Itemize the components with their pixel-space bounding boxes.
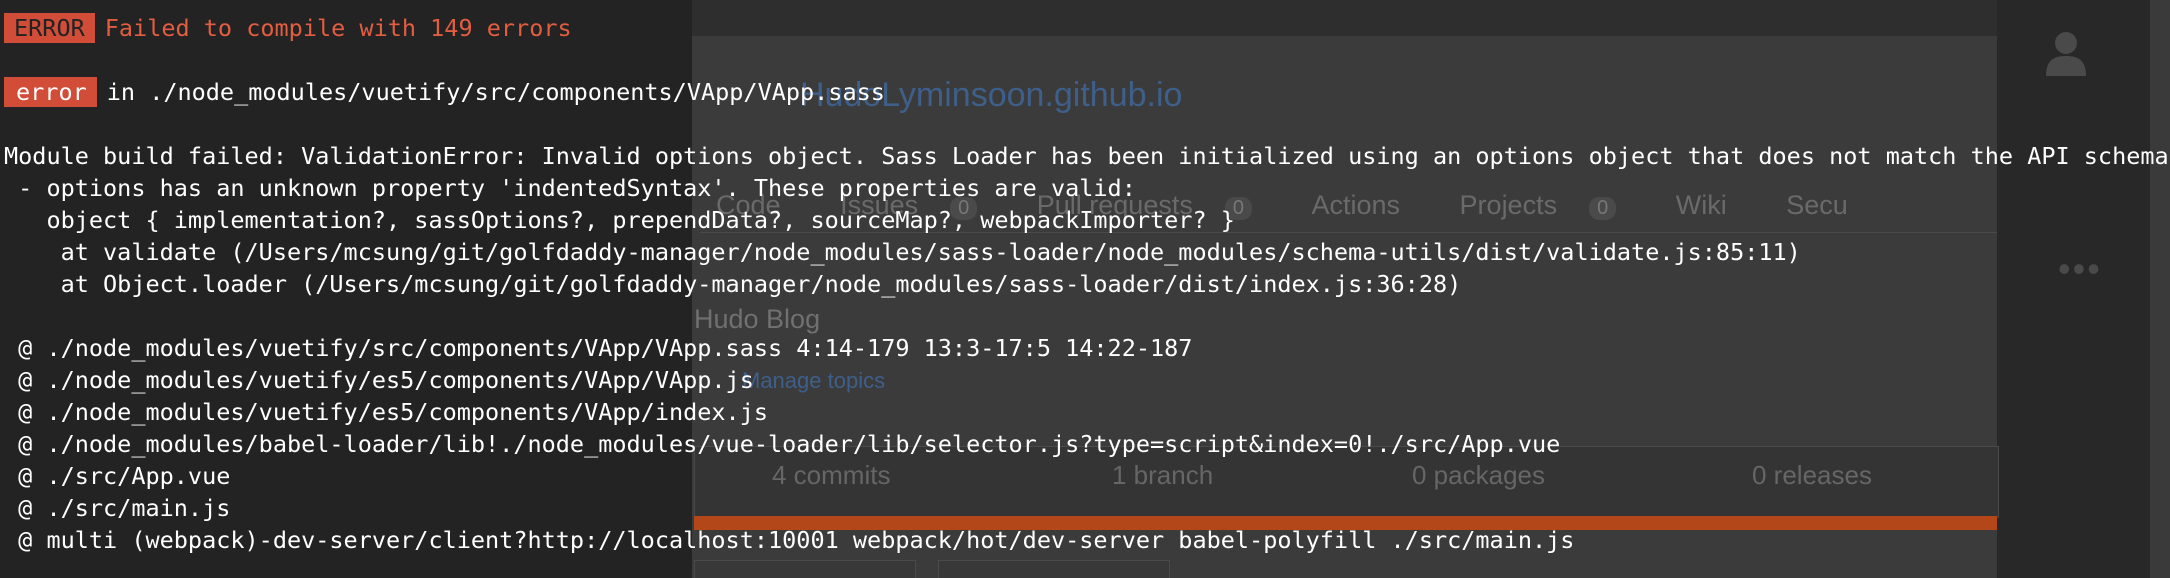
error-badge: error (4, 77, 97, 107)
error-header: ERROR Failed to compile with 149 errors (4, 12, 572, 44)
error-location: in ./node_modules/vuetify/src/components… (106, 78, 885, 106)
message-line: - options has an unknown property 'inden… (4, 174, 1136, 202)
message-line: at Object.loader (/Users/mcsung/git/golf… (4, 270, 1462, 298)
message-line: Module build failed: ValidationError: In… (4, 142, 2170, 170)
stack-line: @ ./src/App.vue (4, 462, 231, 490)
message-line: at validate (/Users/mcsung/git/golfdaddy… (4, 238, 1801, 266)
stack-line: @ ./node_modules/babel-loader/lib!./node… (4, 430, 1561, 458)
stack-line: @ multi (webpack)-dev-server/client?http… (4, 526, 1575, 554)
message-line: object { implementation?, sassOptions?, … (4, 206, 1235, 234)
error-location-line: error in ./node_modules/vuetify/src/compo… (4, 76, 885, 108)
stack-line: @ ./node_modules/vuetify/es5/components/… (4, 366, 754, 394)
error-header-badge: ERROR (4, 13, 95, 43)
stack-line: @ ./src/main.js (4, 494, 231, 522)
stack-line: @ ./node_modules/vuetify/src/components/… (4, 334, 1193, 362)
stack-line: @ ./node_modules/vuetify/es5/components/… (4, 398, 769, 426)
error-header-message: Failed to compile with 149 errors (104, 14, 572, 42)
error-overlay: ERROR Failed to compile with 149 errors e… (0, 0, 2170, 578)
